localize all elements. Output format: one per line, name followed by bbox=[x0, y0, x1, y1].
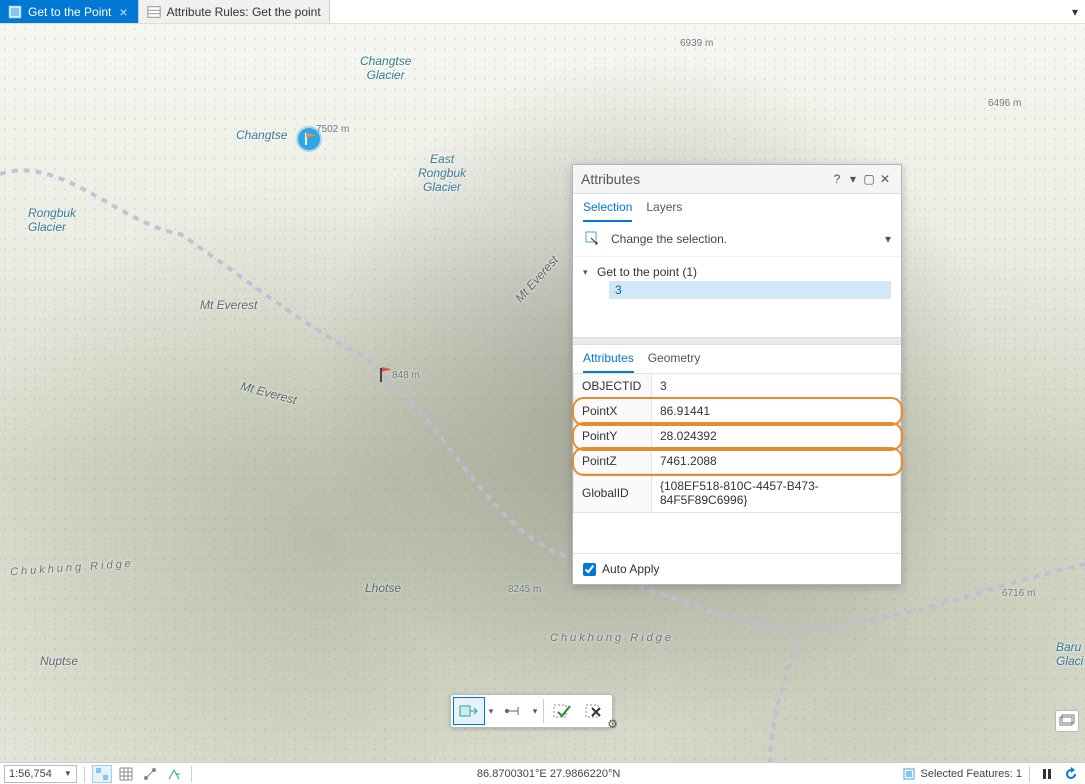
tab-attribute-rules[interactable]: Attribute Rules: Get the point bbox=[139, 0, 330, 23]
tab-label: Attribute Rules: Get the point bbox=[167, 5, 321, 19]
tab-label: Get to the Point bbox=[28, 5, 111, 19]
attr-value[interactable]: 28.024392 bbox=[652, 424, 901, 449]
chevron-down-icon[interactable]: ▾ bbox=[485, 706, 497, 717]
attr-key: OBJECTID bbox=[574, 374, 652, 399]
chevron-down-icon: ▼ bbox=[64, 769, 72, 778]
inference-toggle[interactable] bbox=[164, 765, 184, 783]
tab-selection[interactable]: Selection bbox=[583, 200, 632, 222]
grid-toggle[interactable] bbox=[116, 765, 136, 783]
pause-drawing-button[interactable] bbox=[1037, 765, 1057, 783]
attr-value[interactable]: 7461.2088 bbox=[652, 449, 901, 474]
tree-layer-row[interactable]: ▾ Get to the point (1) bbox=[583, 263, 891, 281]
flag-icon bbox=[306, 133, 316, 141]
status-bar: 1:56,754 ▼ 86.8700301°E 27.9866220°N Sel… bbox=[0, 762, 1085, 784]
table-row: GlobalID {108EF518-810C-4457-B473-84F5F8… bbox=[574, 474, 901, 513]
help-icon[interactable]: ? bbox=[829, 172, 845, 186]
subtab-attributes[interactable]: Attributes bbox=[583, 351, 634, 373]
coordinates-readout[interactable]: 86.8700301°E 27.9866220°N bbox=[199, 768, 899, 780]
table-row-pointx: PointX 86.91441 bbox=[574, 399, 901, 424]
tab-get-to-the-point[interactable]: Get to the Point × bbox=[0, 0, 139, 23]
scale-value: 1:56,754 bbox=[9, 768, 52, 780]
gear-icon[interactable]: ⚙ bbox=[607, 717, 618, 731]
close-icon[interactable]: ✕ bbox=[877, 172, 893, 186]
edit-tools-toolbar: ▾ ▾ ⚙ bbox=[450, 694, 613, 728]
attr-value[interactable]: 86.91441 bbox=[652, 399, 901, 424]
constraints-icon bbox=[143, 767, 157, 781]
marker-selected-point[interactable] bbox=[376, 364, 394, 382]
table-row-pointy: PointY 28.024392 bbox=[574, 424, 901, 449]
attributes-sub-tabs: Attributes Geometry bbox=[573, 345, 901, 373]
cancel-sketch-button[interactable] bbox=[578, 697, 610, 725]
attributes-panel: Attributes ? ▾ ▢ ✕ Selection Layers Chan… bbox=[572, 164, 902, 585]
flag-pole-icon bbox=[380, 368, 382, 382]
attr-key: GlobalID bbox=[574, 474, 652, 513]
auto-apply-checkbox[interactable] bbox=[583, 563, 596, 576]
flag-icon bbox=[382, 367, 392, 375]
close-icon[interactable]: × bbox=[117, 4, 129, 20]
inference-icon bbox=[167, 767, 181, 781]
change-selection-bar[interactable]: Change the selection. ▾ bbox=[573, 222, 901, 257]
corrections-toggle[interactable] bbox=[140, 765, 160, 783]
tree-layer-label: Get to the point (1) bbox=[597, 265, 697, 279]
refresh-button[interactable] bbox=[1061, 765, 1081, 783]
attr-key: PointZ bbox=[574, 449, 652, 474]
snapping-toggle[interactable] bbox=[92, 765, 112, 783]
finish-sketch-button[interactable] bbox=[546, 697, 578, 725]
tab-layers[interactable]: Layers bbox=[646, 200, 682, 222]
chevron-down-icon[interactable]: ▾ bbox=[529, 706, 541, 717]
map-view[interactable]: Changtse Glacier Changtse 7502 m East Ro… bbox=[0, 24, 1085, 762]
attr-key: PointY bbox=[574, 424, 652, 449]
map-overview-button[interactable] bbox=[1055, 710, 1079, 732]
attr-value[interactable]: {108EF518-810C-4457-B473-84F5F89C6996} bbox=[652, 474, 901, 513]
selection-cursor-icon bbox=[583, 230, 601, 248]
change-selection-label: Change the selection. bbox=[611, 232, 875, 246]
panel-divider[interactable] bbox=[573, 337, 901, 345]
selection-tree: ▾ Get to the point (1) 3 bbox=[573, 257, 901, 337]
status-separator bbox=[84, 766, 85, 782]
layers-stack-icon bbox=[1059, 714, 1075, 728]
table-row: OBJECTID 3 bbox=[574, 374, 901, 399]
panel-title: Attributes bbox=[581, 171, 640, 187]
refresh-icon bbox=[1064, 767, 1078, 781]
map-basemap-texture bbox=[0, 24, 1085, 762]
toolbar-separator bbox=[543, 699, 544, 723]
create-point-tool[interactable] bbox=[453, 697, 485, 725]
status-separator bbox=[191, 766, 192, 782]
table-row-pointz: PointZ 7461.2088 bbox=[574, 449, 901, 474]
attr-key: PointX bbox=[574, 399, 652, 424]
maximize-icon[interactable]: ▢ bbox=[861, 172, 877, 186]
menu-icon[interactable]: ▾ bbox=[845, 172, 861, 186]
snapping-icon bbox=[95, 767, 109, 781]
grid-icon bbox=[119, 767, 133, 781]
selected-features-label[interactable]: Selected Features: 1 bbox=[920, 768, 1022, 780]
attributes-footer: Auto Apply bbox=[573, 553, 901, 584]
marker-changtse-flag[interactable] bbox=[298, 128, 320, 150]
attribute-table: OBJECTID 3 PointX 86.91441 PointY 28.024… bbox=[573, 373, 901, 513]
tab-overflow-dropdown[interactable]: ▾ bbox=[1065, 0, 1085, 23]
attributes-top-tabs: Selection Layers bbox=[573, 194, 901, 222]
attributes-titlebar[interactable]: Attributes ? ▾ ▢ ✕ bbox=[573, 165, 901, 194]
chevron-down-icon[interactable]: ▾ bbox=[885, 232, 891, 246]
selection-badge-icon bbox=[902, 767, 916, 781]
point-end-tool[interactable] bbox=[497, 697, 529, 725]
attr-value[interactable]: 3 bbox=[652, 374, 901, 399]
auto-apply-label: Auto Apply bbox=[602, 562, 659, 576]
subtab-geometry[interactable]: Geometry bbox=[648, 351, 701, 373]
tree-feature-row[interactable]: 3 bbox=[609, 281, 891, 299]
map-view-icon bbox=[8, 5, 22, 19]
point-end-icon bbox=[503, 702, 523, 720]
map-scale-combo[interactable]: 1:56,754 ▼ bbox=[4, 765, 77, 783]
view-tab-bar: Get to the Point × Attribute Rules: Get … bbox=[0, 0, 1085, 24]
collapse-triangle-icon[interactable]: ▾ bbox=[583, 267, 593, 278]
point-right-icon bbox=[459, 702, 479, 720]
status-separator bbox=[1029, 766, 1030, 782]
pause-icon bbox=[1041, 768, 1053, 780]
rules-table-icon bbox=[147, 5, 161, 19]
finish-check-icon bbox=[552, 702, 572, 720]
cancel-x-icon bbox=[584, 702, 604, 720]
